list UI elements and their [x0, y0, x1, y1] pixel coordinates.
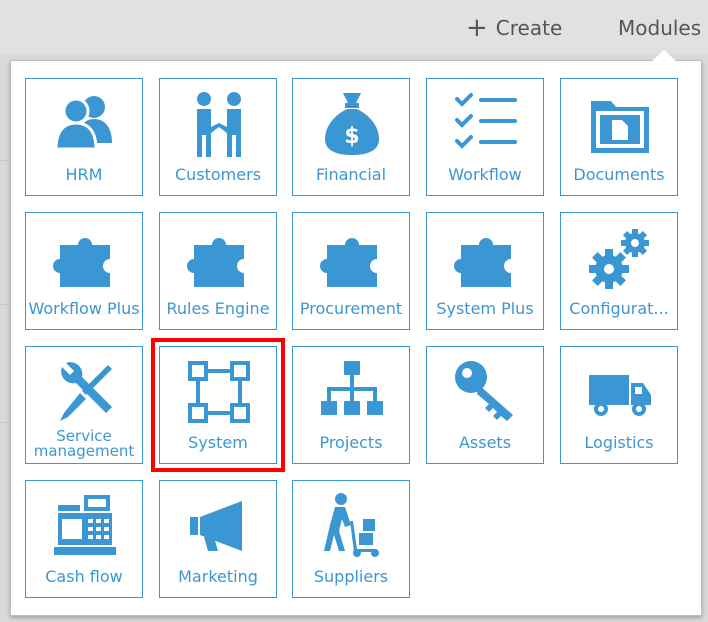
- background-divider: [0, 422, 10, 423]
- module-label: HRM: [65, 164, 103, 184]
- module-tile-hrm[interactable]: HRM: [25, 78, 143, 196]
- puzzle-icon: [317, 223, 387, 293]
- module-tile-system-plus[interactable]: System Plus: [426, 212, 544, 330]
- svg-text:$: $: [344, 124, 359, 149]
- truck-icon: [585, 357, 655, 427]
- module-tile-documents[interactable]: Documents: [560, 78, 678, 196]
- puzzle-icon: [451, 223, 521, 293]
- hand-truck-icon: [317, 491, 387, 561]
- org-chart-icon: [317, 357, 387, 427]
- module-tile-system[interactable]: System: [151, 338, 285, 472]
- module-label: Configurat...: [569, 298, 669, 318]
- modules-dropdown-panel: HRM Customers $ Financial Workflow Docum…: [10, 60, 702, 616]
- megaphone-icon: [184, 491, 254, 561]
- module-tile-cash-flow[interactable]: Cash flow: [25, 480, 143, 598]
- background-divider: [0, 160, 10, 161]
- module-tile-assets[interactable]: Assets: [426, 346, 544, 464]
- module-tile-service-management[interactable]: Service management: [25, 346, 143, 464]
- module-label: Workflow: [448, 164, 522, 184]
- gears-icon: [585, 223, 655, 293]
- module-label: Service management: [33, 429, 135, 459]
- module-label: Projects: [319, 432, 383, 452]
- module-tile-workflow-plus[interactable]: Workflow Plus: [25, 212, 143, 330]
- checklist-icon: [451, 89, 521, 159]
- module-label: System: [188, 432, 248, 452]
- module-tile-rules-engine[interactable]: Rules Engine: [159, 212, 277, 330]
- modules-label: Modules: [618, 16, 702, 40]
- puzzle-icon: [184, 223, 254, 293]
- module-label: Cash flow: [45, 566, 123, 586]
- dropdown-arrow: [652, 50, 676, 61]
- module-label: Assets: [458, 432, 512, 452]
- module-label: Workflow Plus: [28, 298, 140, 318]
- module-tile-projects[interactable]: Projects: [292, 346, 410, 464]
- module-label: Procurement: [299, 298, 403, 318]
- background-divider: [0, 304, 10, 305]
- money-bag-icon: $: [317, 89, 387, 159]
- module-tile-logistics[interactable]: Logistics: [560, 346, 678, 464]
- module-tile-customers[interactable]: Customers: [159, 78, 277, 196]
- folder-document-icon: [585, 89, 655, 159]
- module-label: Suppliers: [313, 566, 389, 586]
- create-button[interactable]: + Create: [466, 13, 562, 43]
- modules-button[interactable]: Modules: [618, 13, 701, 43]
- module-label: Financial: [315, 164, 387, 184]
- module-label: Documents: [573, 164, 665, 184]
- module-tile-procurement[interactable]: Procurement: [292, 212, 410, 330]
- module-label: System Plus: [436, 298, 534, 318]
- module-tile-financial[interactable]: $ Financial: [292, 78, 410, 196]
- module-tile-workflow[interactable]: Workflow: [426, 78, 544, 196]
- module-tile-configuration[interactable]: Configurat...: [560, 212, 678, 330]
- plus-icon: +: [466, 13, 488, 43]
- top-bar: + Create Modules: [0, 0, 708, 54]
- system-network-icon: [184, 357, 254, 427]
- people-icon: [50, 89, 120, 159]
- module-tile-marketing[interactable]: Marketing: [159, 480, 277, 598]
- module-tile-suppliers[interactable]: Suppliers: [292, 480, 410, 598]
- module-label: Marketing: [178, 566, 258, 586]
- cash-register-icon: [50, 491, 120, 561]
- puzzle-icon: [50, 223, 120, 293]
- module-label: Logistics: [584, 432, 654, 452]
- module-label: Customers: [174, 164, 262, 184]
- key-icon: [451, 357, 521, 427]
- create-label: Create: [495, 16, 563, 40]
- module-label: Rules Engine: [166, 298, 270, 318]
- tools-icon: [50, 357, 120, 427]
- handshake-icon: [184, 89, 254, 159]
